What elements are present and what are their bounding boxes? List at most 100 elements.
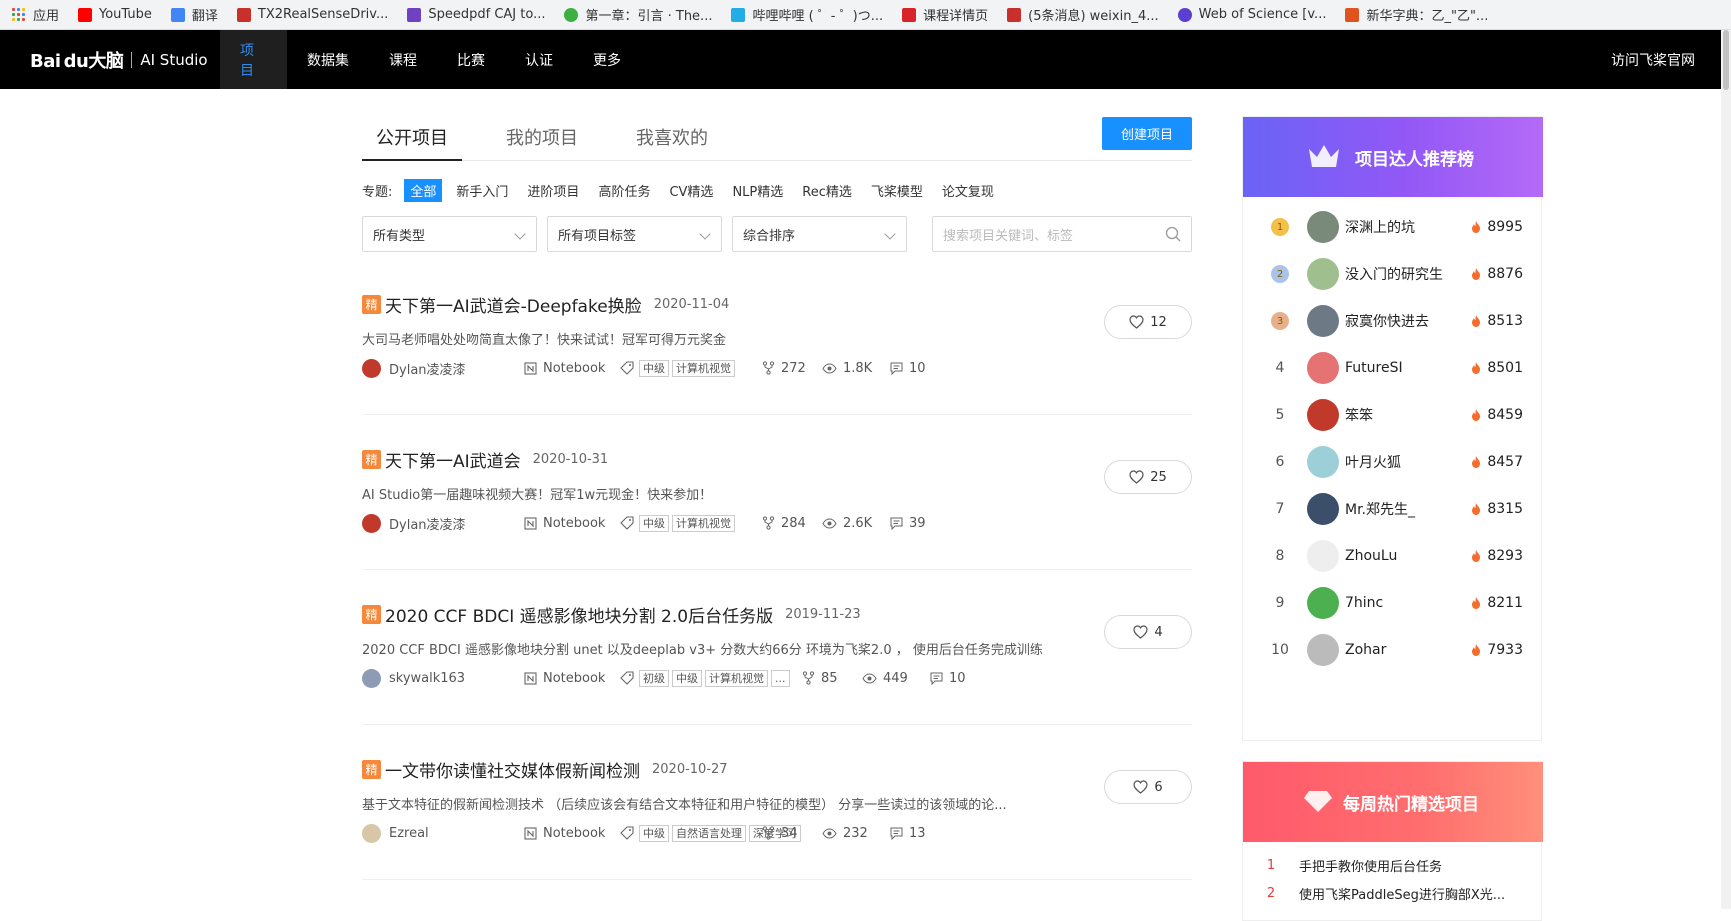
ranking-item[interactable]: 4 FutureSI 8501 <box>1243 342 1543 394</box>
topic-rec[interactable]: Rec精选 <box>802 179 852 202</box>
scrollbar-thumb[interactable] <box>1723 30 1729 90</box>
project-author[interactable]: Dylan凌凌漆 <box>362 513 466 533</box>
ranking-user-name[interactable]: 叶月火狐 <box>1345 452 1401 472</box>
ranking-user-name[interactable]: 笨笨 <box>1345 405 1373 425</box>
project-tag[interactable]: 计算机视觉 <box>705 669 768 687</box>
avatar[interactable] <box>1307 634 1339 666</box>
bookmark-weixin[interactable]: (5条消息) weixin_4... <box>1007 5 1159 24</box>
avatar <box>362 823 381 843</box>
ranking-item[interactable]: 1 深渊上的坑 8995 <box>1243 201 1543 253</box>
ranking-user-name[interactable]: FutureSI <box>1345 360 1403 376</box>
avatar[interactable] <box>1307 446 1339 478</box>
topic-paper-repro[interactable]: 论文复现 <box>942 179 994 202</box>
bookmark-tx2[interactable]: TX2RealSenseDriv... <box>236 7 388 22</box>
nav-more[interactable]: 更多 <box>573 30 641 89</box>
search-icon[interactable] <box>1165 226 1181 242</box>
ranking-user-name[interactable]: 没入门的研究生 <box>1345 264 1443 284</box>
type-select[interactable]: 所有类型 <box>362 216 537 252</box>
nav-projects[interactable]: 项目 <box>220 30 287 89</box>
avatar[interactable] <box>1307 211 1339 243</box>
project-card[interactable]: 精 一文带你读懂社交媒体假新闻检测 2020-10-27 基于文本特征的假新闻检… <box>362 725 1192 880</box>
ranking-item[interactable]: 10 Zohar 7933 <box>1243 624 1543 676</box>
ranking-user-name[interactable]: ZhouLu <box>1345 548 1397 564</box>
topic-expert[interactable]: 高阶任务 <box>598 179 650 202</box>
project-tag[interactable]: 自然语言处理 <box>672 824 746 842</box>
ranking-item[interactable]: 9 7hinc 8211 <box>1243 577 1543 629</box>
ranking-item[interactable]: 5 笨笨 8459 <box>1243 389 1543 441</box>
bookmark-dict[interactable]: 新华字典：乙_"乙"... <box>1345 5 1488 24</box>
project-tag[interactable]: ... <box>771 669 790 687</box>
ranking-user-name[interactable]: Mr.郑先生_ <box>1345 499 1415 519</box>
like-button[interactable]: 12 <box>1104 305 1192 339</box>
like-button[interactable]: 4 <box>1104 615 1192 649</box>
bookmark-speedpdf[interactable]: Speedpdf CAJ to... <box>407 7 545 22</box>
avatar[interactable] <box>1307 587 1339 619</box>
visit-paddle-link[interactable]: 访问飞桨官网 <box>1611 30 1695 89</box>
ranking-item[interactable]: 3 寂寞你快进去 8513 <box>1243 295 1543 347</box>
avatar[interactable] <box>1307 352 1339 384</box>
ranking-item[interactable]: 7 Mr.郑先生_ 8315 <box>1243 483 1543 535</box>
like-button[interactable]: 25 <box>1104 460 1192 494</box>
topic-beginner[interactable]: 新手入门 <box>456 179 508 202</box>
project-tag[interactable]: 计算机视觉 <box>672 514 735 532</box>
nav-courses[interactable]: 课程 <box>369 30 437 89</box>
create-project-button[interactable]: 创建项目 <box>1102 117 1192 150</box>
ranking-user-name[interactable]: 深渊上的坑 <box>1345 217 1415 237</box>
bookmark-apps[interactable]: 应用 <box>12 5 59 24</box>
nav-competitions[interactable]: 比赛 <box>437 30 505 89</box>
bookmark-wos[interactable]: Web of Science [v... <box>1177 7 1326 22</box>
nav-datasets[interactable]: 数据集 <box>287 30 369 89</box>
project-tag[interactable]: 计算机视觉 <box>672 359 735 377</box>
ranking-item[interactable]: 6 叶月火狐 8457 <box>1243 436 1543 488</box>
topic-advanced[interactable]: 进阶项目 <box>527 179 579 202</box>
ranking-user-name[interactable]: 寂寞你快进去 <box>1345 311 1429 331</box>
tag-select[interactable]: 所有项目标签 <box>547 216 722 252</box>
project-title[interactable]: 2020 CCF BDCI 遥感影像地块分割 2.0后台任务版 <box>385 602 773 627</box>
tab-public-projects[interactable]: 公开项目 <box>362 117 462 161</box>
sort-select[interactable]: 综合排序 <box>732 216 907 252</box>
topic-all[interactable]: 全部 <box>404 178 443 202</box>
avatar[interactable] <box>1307 305 1339 337</box>
project-tag[interactable]: 中级 <box>672 669 702 687</box>
ranking-user-name[interactable]: 7hinc <box>1345 595 1383 611</box>
project-author[interactable]: skywalk163 <box>362 668 465 688</box>
tab-my-projects[interactable]: 我的项目 <box>492 117 592 161</box>
page-scrollbar[interactable] <box>1721 30 1731 909</box>
hot-item[interactable]: 2 使用飞桨PaddleSeg进行胸部X光... <box>1243 880 1543 906</box>
project-tag[interactable]: 初级 <box>639 669 669 687</box>
bookmark-course[interactable]: 课程详情页 <box>902 5 988 24</box>
avatar[interactable] <box>1307 258 1339 290</box>
project-card[interactable]: 精 天下第一AI武道会-Deepfake换脸 2020-11-04 大司马老师唱… <box>362 260 1192 415</box>
topic-nlp[interactable]: NLP精选 <box>732 179 783 202</box>
avatar[interactable] <box>1307 493 1339 525</box>
bookmark-translate[interactable]: 翻译 <box>170 5 218 24</box>
avatar[interactable] <box>1307 399 1339 431</box>
nav-certification[interactable]: 认证 <box>505 30 573 89</box>
search-input[interactable]: 搜索项目关键词、标签 <box>932 216 1192 252</box>
avatar[interactable] <box>1307 540 1339 572</box>
ranking-item[interactable]: 2 没入门的研究生 8876 <box>1243 248 1543 300</box>
baidu-logo: Bai du大脑 <box>30 50 124 72</box>
project-tag[interactable]: 中级 <box>639 359 669 377</box>
project-tag[interactable]: 中级 <box>639 514 669 532</box>
project-title[interactable]: 一文带你读懂社交媒体假新闻检测 <box>385 757 640 782</box>
bookmark-chapter[interactable]: 第一章：引言 · The... <box>564 5 712 24</box>
ranking-user-name[interactable]: Zohar <box>1345 642 1386 658</box>
project-description: 2020 CCF BDCI 遥感影像地块分割 unet 以及deeplab v3… <box>362 643 1043 658</box>
like-button[interactable]: 6 <box>1104 770 1192 804</box>
project-author[interactable]: Dylan凌凌漆 <box>362 358 466 378</box>
project-title[interactable]: 天下第一AI武道会-Deepfake换脸 <box>385 292 642 317</box>
project-tag[interactable]: 中级 <box>639 824 669 842</box>
ranking-item[interactable]: 8 ZhouLu 8293 <box>1243 530 1543 582</box>
project-title[interactable]: 天下第一AI武道会 <box>385 447 521 472</box>
project-card[interactable]: 精 天下第一AI武道会 2020-10-31 AI Studio第一届趣味视频大… <box>362 415 1192 570</box>
hot-item[interactable]: 1 手把手教你使用后台任务 <box>1243 852 1543 878</box>
project-card[interactable]: 精 2020 CCF BDCI 遥感影像地块分割 2.0后台任务版 2019-1… <box>362 570 1192 725</box>
project-author[interactable]: Ezreal <box>362 823 429 843</box>
topic-cv[interactable]: CV精选 <box>669 179 713 202</box>
site-logo[interactable]: Bai du大脑 AI Studio <box>30 47 220 73</box>
bookmark-bilibili[interactable]: 哔哩哔哩 ( ゜- ゜)つ... <box>731 5 883 24</box>
topic-paddle-models[interactable]: 飞桨模型 <box>871 179 923 202</box>
tab-my-favorites[interactable]: 我喜欢的 <box>622 117 722 161</box>
bookmark-youtube[interactable]: YouTube <box>78 7 152 22</box>
